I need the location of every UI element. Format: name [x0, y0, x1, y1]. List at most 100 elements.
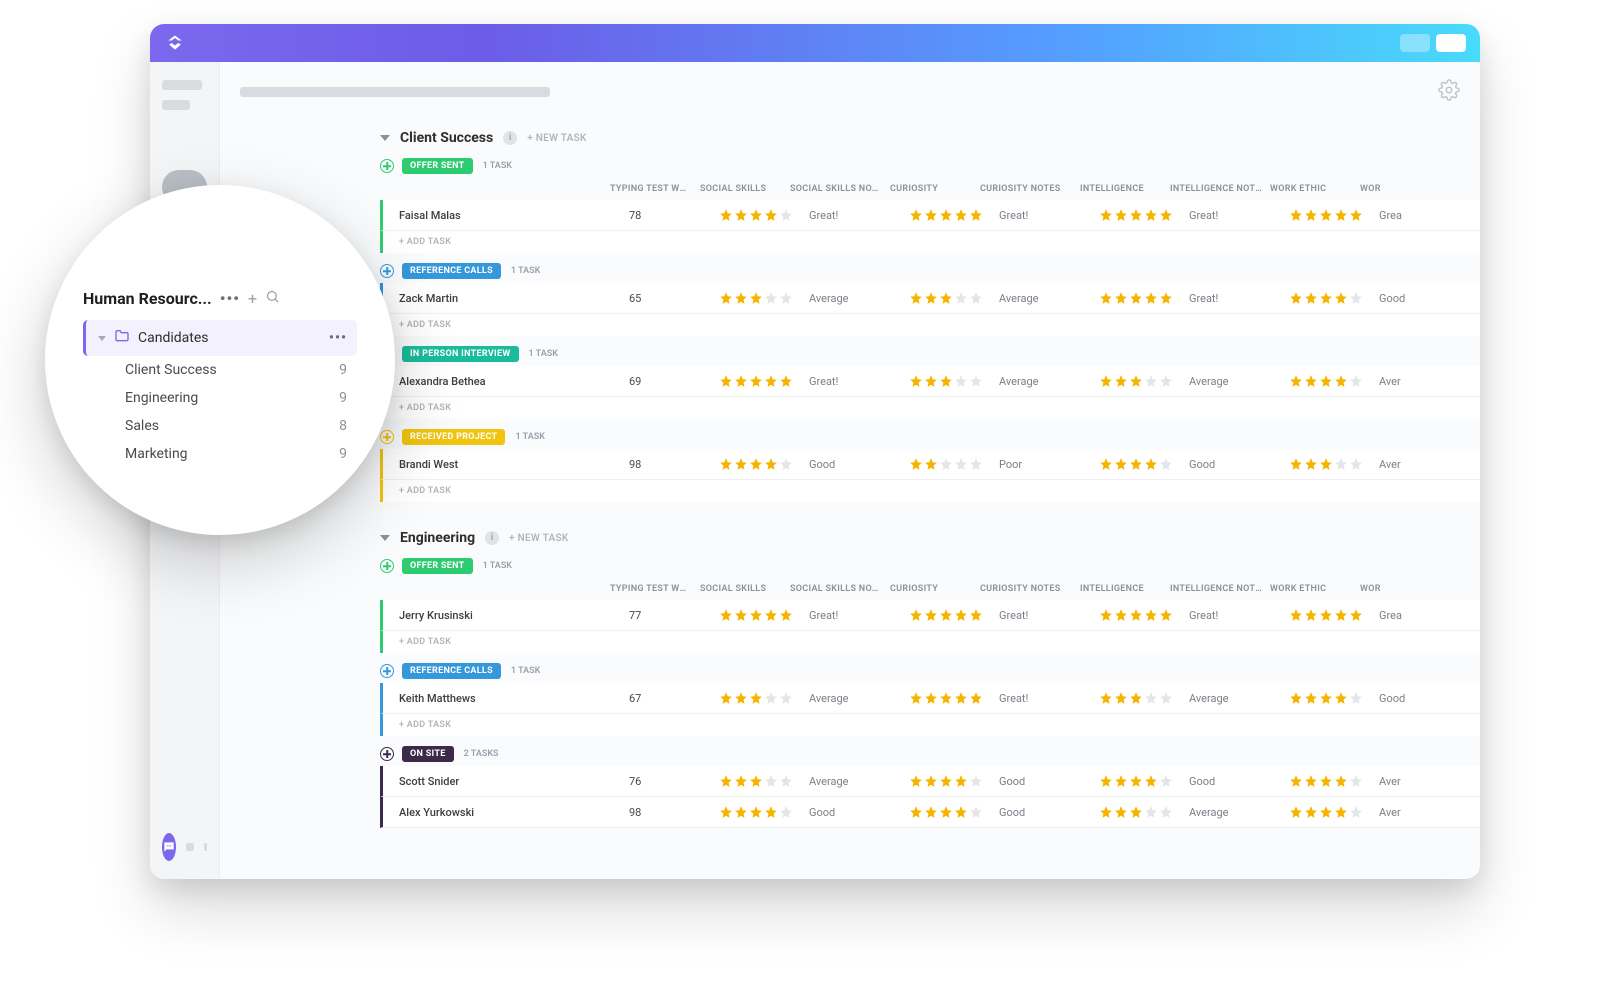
cell-wpm[interactable]: 69 [629, 375, 719, 388]
status-badge[interactable]: OFFER SENT [402, 558, 473, 574]
star-rating[interactable] [909, 291, 999, 305]
star-rating[interactable] [909, 208, 999, 222]
cell-intel-note[interactable]: Good [1189, 458, 1289, 471]
col-intelligence-notes[interactable]: INTELLIGENCE NOTES [1170, 584, 1270, 594]
status-header[interactable]: OFFER SENT 1 TASK [380, 154, 1480, 178]
cell-intel-stars[interactable] [1099, 374, 1189, 388]
star-rating[interactable] [1099, 291, 1189, 305]
cell-intel-stars[interactable] [1099, 691, 1189, 705]
cell-social-note[interactable]: Average [809, 775, 909, 788]
status-header[interactable]: OFFER SENT 1 TASK [380, 554, 1480, 578]
col-social[interactable]: SOCIAL SKILLS [700, 584, 790, 594]
star-rating[interactable] [1099, 774, 1189, 788]
cell-wpm[interactable]: 98 [629, 458, 719, 471]
col-social-notes[interactable]: SOCIAL SKILLS NOTES [790, 584, 890, 594]
cell-social-note[interactable]: Average [809, 692, 909, 705]
task-row[interactable]: Scott Snider 76 Average Good Good Aver [380, 766, 1480, 797]
cell-curiosity-stars[interactable] [909, 291, 999, 305]
cell-ethic-note[interactable]: Grea [1379, 609, 1439, 622]
status-header[interactable]: REFERENCE CALLS 1 TASK [380, 659, 1480, 683]
group-header[interactable]: Engineering i + NEW TASK [380, 522, 1480, 554]
star-rating[interactable] [1289, 208, 1379, 222]
cell-ethic-note[interactable]: Good [1379, 692, 1439, 705]
sidebar-sub-item[interactable]: Sales 8 [83, 412, 357, 440]
col-curiosity-notes[interactable]: CURIOSITY NOTES [980, 184, 1080, 194]
cell-social-stars[interactable] [719, 691, 809, 705]
star-rating[interactable] [719, 774, 809, 788]
cell-curiosity-note[interactable]: Great! [999, 692, 1099, 705]
sidebar-sub-item[interactable]: Marketing 9 [83, 440, 357, 468]
cell-ethic-note[interactable]: Aver [1379, 375, 1439, 388]
col-intelligence[interactable]: INTELLIGENCE [1080, 584, 1170, 594]
col-curiosity[interactable]: CURIOSITY [890, 584, 980, 594]
star-rating[interactable] [1099, 374, 1189, 388]
space-header[interactable]: Human Resourc... ••• + [83, 289, 357, 308]
cell-social-stars[interactable] [719, 291, 809, 305]
cell-intel-note[interactable]: Average [1189, 692, 1289, 705]
cell-ethic-note[interactable]: Grea [1379, 209, 1439, 222]
task-row[interactable]: Alexandra Bethea 69 Great! Average Avera… [380, 366, 1480, 397]
cell-social-note[interactable]: Great! [809, 375, 909, 388]
star-rating[interactable] [909, 805, 999, 819]
cell-social-note[interactable]: Great! [809, 609, 909, 622]
status-header[interactable]: RECEIVED PROJECT 1 TASK [380, 425, 1480, 449]
status-header[interactable]: ON SITE 2 TASKS [380, 742, 1480, 766]
star-rating[interactable] [719, 374, 809, 388]
info-icon[interactable]: i [503, 131, 517, 145]
cell-wpm[interactable]: 65 [629, 292, 719, 305]
cell-curiosity-note[interactable]: Poor [999, 458, 1099, 471]
new-task-button[interactable]: + NEW TASK [527, 133, 587, 144]
sidebar-sub-item[interactable]: Client Success 9 [83, 356, 357, 384]
star-rating[interactable] [719, 608, 809, 622]
star-rating[interactable] [1289, 608, 1379, 622]
cell-social-note[interactable]: Great! [809, 209, 909, 222]
cell-social-note[interactable]: Good [809, 458, 909, 471]
star-rating[interactable] [1289, 291, 1379, 305]
star-rating[interactable] [1289, 774, 1379, 788]
window-control-max[interactable] [1436, 34, 1466, 52]
cell-social-stars[interactable] [719, 208, 809, 222]
cell-ethic-stars[interactable] [1289, 457, 1379, 471]
col-intelligence[interactable]: INTELLIGENCE [1080, 184, 1170, 194]
task-row[interactable]: Faisal Malas 78 Great! Great! Great! Gre… [380, 200, 1480, 231]
star-rating[interactable] [909, 374, 999, 388]
cell-curiosity-note[interactable]: Average [999, 375, 1099, 388]
star-rating[interactable] [719, 457, 809, 471]
col-work-ethic[interactable]: WORK ETHIC [1270, 184, 1360, 194]
cell-ethic-stars[interactable] [1289, 208, 1379, 222]
add-task-button[interactable]: + ADD TASK [380, 631, 1480, 653]
star-rating[interactable] [1289, 805, 1379, 819]
col-social[interactable]: SOCIAL SKILLS [700, 184, 790, 194]
cell-ethic-note[interactable]: Aver [1379, 458, 1439, 471]
cell-curiosity-stars[interactable] [909, 805, 999, 819]
window-control-min[interactable] [1400, 34, 1430, 52]
cell-curiosity-note[interactable]: Average [999, 292, 1099, 305]
cell-wpm[interactable]: 77 [629, 609, 719, 622]
cell-curiosity-stars[interactable] [909, 374, 999, 388]
cell-curiosity-stars[interactable] [909, 208, 999, 222]
gear-icon[interactable] [1438, 79, 1460, 105]
star-rating[interactable] [909, 457, 999, 471]
chat-icon[interactable] [162, 833, 176, 861]
group-header[interactable]: Client Success i + NEW TASK [380, 122, 1480, 154]
star-rating[interactable] [909, 608, 999, 622]
status-header[interactable]: REFERENCE CALLS 1 TASK [380, 259, 1480, 283]
cell-curiosity-stars[interactable] [909, 774, 999, 788]
cell-wpm[interactable]: 78 [629, 209, 719, 222]
cell-curiosity-stars[interactable] [909, 608, 999, 622]
sidebar-sub-item[interactable]: Engineering 9 [83, 384, 357, 412]
star-rating[interactable] [1099, 805, 1189, 819]
cell-ethic-note[interactable]: Good [1379, 292, 1439, 305]
star-rating[interactable] [909, 691, 999, 705]
star-rating[interactable] [1289, 374, 1379, 388]
cell-wpm[interactable]: 67 [629, 692, 719, 705]
add-circle-icon[interactable] [380, 747, 394, 761]
search-icon[interactable] [265, 289, 280, 308]
col-typing[interactable]: TYPING TEST WPM [610, 584, 700, 594]
status-badge[interactable]: REFERENCE CALLS [402, 263, 501, 279]
task-row[interactable]: Keith Matthews 67 Average Great! Average… [380, 683, 1480, 714]
col-work-ethic[interactable]: WORK ETHIC [1270, 584, 1360, 594]
cell-social-note[interactable]: Average [809, 292, 909, 305]
star-rating[interactable] [1099, 208, 1189, 222]
cell-intel-note[interactable]: Great! [1189, 609, 1289, 622]
